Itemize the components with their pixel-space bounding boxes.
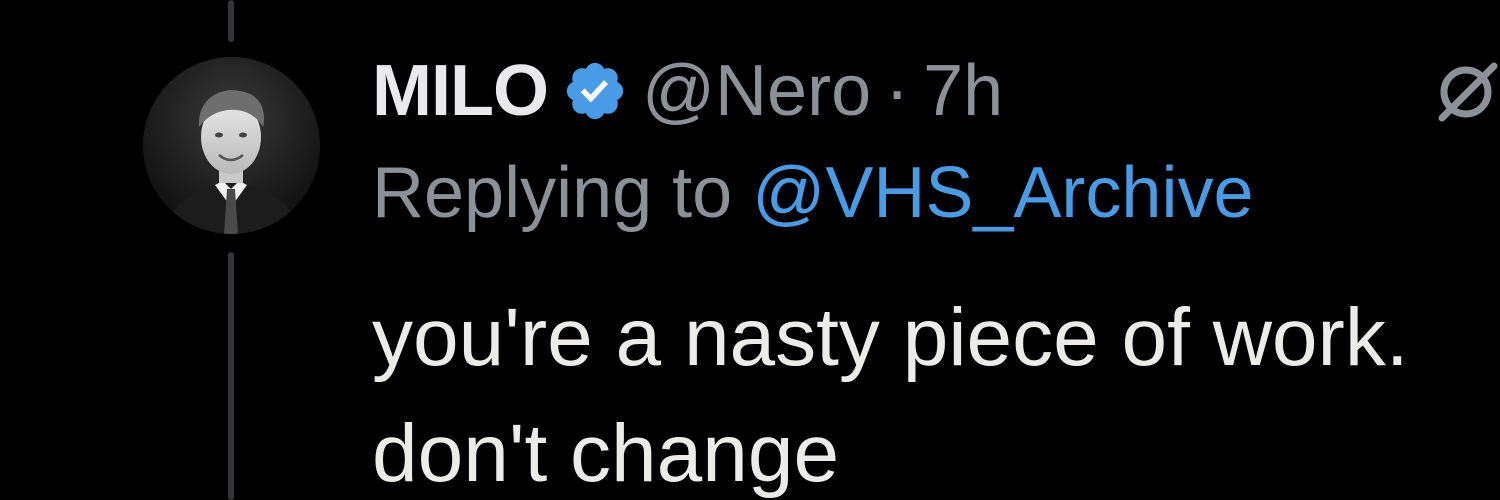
replying-prefix: Replying to xyxy=(372,153,733,233)
grok-icon[interactable] xyxy=(1432,62,1500,122)
replying-to-line: Replying to @VHS_Archive xyxy=(372,152,1254,234)
separator-dot: · xyxy=(885,51,910,131)
replying-to-mention[interactable]: @VHS_Archive xyxy=(752,153,1253,233)
thread-connector-top xyxy=(228,0,234,42)
author-handle[interactable]: @Nero xyxy=(642,50,871,132)
tweet-reply-screen: MILO @Nero · 7h Replying to @VHS_Archive… xyxy=(0,0,1500,500)
tweet-text: you're a nasty piece of work. don't chan… xyxy=(372,280,1500,500)
tweet-header: MILO @Nero · 7h xyxy=(372,46,1003,136)
timestamp[interactable]: 7h xyxy=(923,50,1003,132)
tweet-text-line: you're a nasty piece of work. xyxy=(372,292,1409,383)
profile-photo-icon xyxy=(143,57,320,234)
verified-badge-icon xyxy=(562,58,628,124)
thread-connector-bottom xyxy=(228,252,234,500)
tweet-text-line: don't change xyxy=(372,408,840,499)
display-name[interactable]: MILO xyxy=(372,50,549,132)
avatar[interactable] xyxy=(143,57,320,234)
